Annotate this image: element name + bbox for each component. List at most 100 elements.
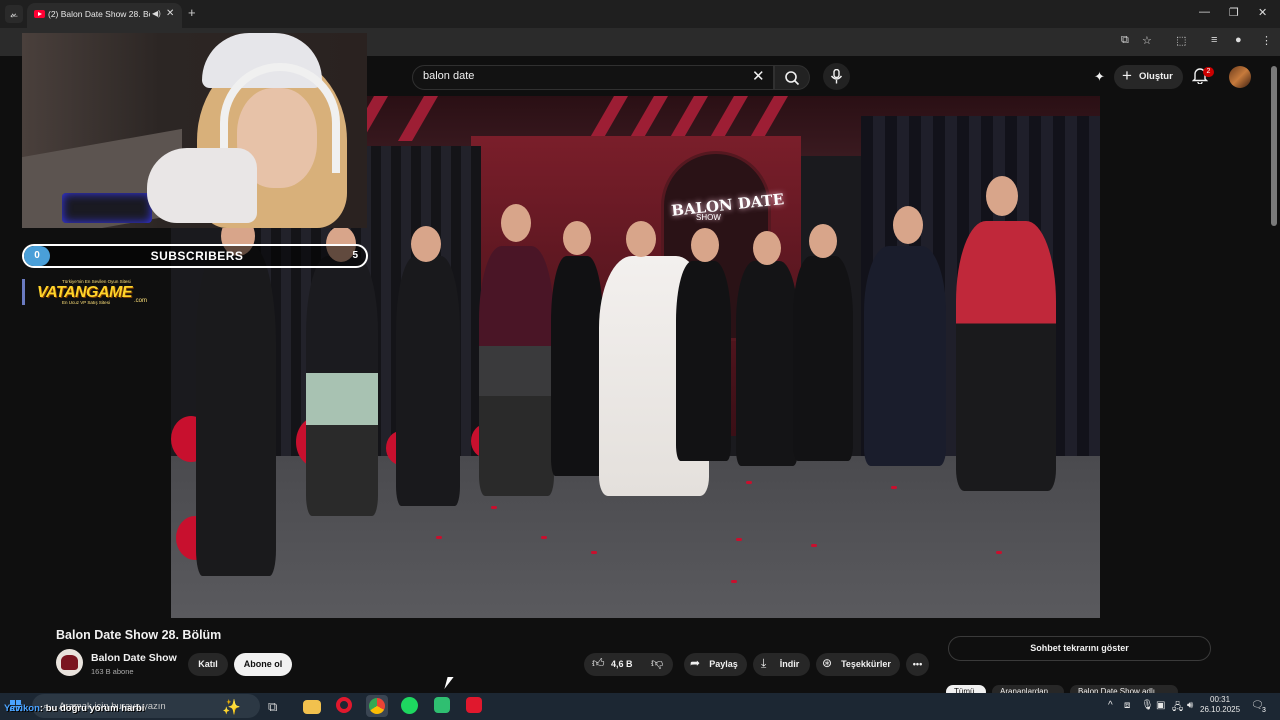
minimize-button[interactable]: — xyxy=(1199,6,1210,18)
channel-avatar[interactable] xyxy=(56,649,83,676)
more-actions-button[interactable]: ••• xyxy=(906,653,929,676)
person-head xyxy=(753,231,781,265)
tray-app-icon[interactable]: ⧈ xyxy=(1124,700,1130,711)
show-chat-replay-button[interactable]: Sohbet tekrarını göster xyxy=(948,636,1211,661)
download-icon: ⤓ xyxy=(761,656,767,670)
account-avatar[interactable] xyxy=(1229,66,1251,88)
person-head xyxy=(809,224,837,258)
share-icon: ➦ xyxy=(690,656,701,670)
rose-petal xyxy=(746,481,752,484)
spotify-icon[interactable] xyxy=(401,697,418,714)
video-title: Balon Date Show 28. Bölüm xyxy=(56,628,222,642)
messaging-app-icon[interactable] xyxy=(434,697,450,713)
rose-petal xyxy=(541,536,547,539)
media-control-icon[interactable]: ≡ xyxy=(1211,34,1217,46)
page-scrollbar[interactable] xyxy=(1271,66,1277,226)
window-close-button[interactable]: ✕ xyxy=(1258,6,1267,19)
chrome-icon[interactable] xyxy=(369,698,385,714)
person-head xyxy=(411,226,441,262)
chat-message: : bu doğru yorum harbi xyxy=(39,703,145,714)
extensions-icon[interactable]: ⬚ xyxy=(1176,34,1186,47)
sponsor-domain: .com xyxy=(134,298,148,304)
youtube-favicon-icon xyxy=(34,10,45,18)
tray-mic-icon[interactable]: 🎙︎ xyxy=(1141,700,1154,711)
person-spiderman-shirt xyxy=(956,221,1056,491)
stream-chat-overlay: Yavikon: bu doğru yorum harbi xyxy=(4,703,144,714)
search-icon xyxy=(785,71,800,86)
clock-time: 00:31 xyxy=(1210,695,1231,704)
dislike-icon[interactable]: 👎︎ xyxy=(651,656,663,671)
rose-petal xyxy=(996,551,1002,554)
webcam-overlay xyxy=(22,33,367,228)
taskbar-clock[interactable]: 00:31 26.10.2025 xyxy=(1200,695,1240,715)
tray-overflow-icon[interactable]: ^ xyxy=(1108,700,1113,711)
new-tab-button[interactable]: + xyxy=(188,5,196,20)
webcam-keyboard xyxy=(62,193,152,223)
person xyxy=(793,256,853,461)
person xyxy=(196,246,276,576)
person xyxy=(551,256,603,476)
rose-petal xyxy=(436,536,442,539)
upload-sparkle-icon[interactable]: ✦ xyxy=(1094,69,1105,85)
cast-icon[interactable]: ⧉ xyxy=(1121,34,1129,47)
copilot-sparkle-icon[interactable]: ✨ xyxy=(222,698,241,716)
rose-petal xyxy=(491,506,497,509)
like-icon[interactable]: 👍︎ xyxy=(592,656,605,671)
tray-display-icon[interactable]: ▣ xyxy=(1156,700,1165,711)
create-button[interactable]: Oluştur xyxy=(1114,64,1183,89)
subscribe-button[interactable]: Abone ol xyxy=(234,653,292,676)
person xyxy=(736,261,798,466)
tray-network-icon[interactable]: 🖧︎ xyxy=(1172,700,1183,717)
person-head xyxy=(501,204,531,242)
notification-count-badge: 2 xyxy=(1203,67,1214,77)
tab-title: (2) Balon Date Show 28. Bölüm xyxy=(48,9,150,19)
speaker-icon[interactable]: ◀) xyxy=(152,9,161,18)
tab-close-button[interactable]: ✕ xyxy=(166,8,174,19)
person xyxy=(479,246,554,496)
channel-subscriber-count: 163 B abone xyxy=(91,667,134,676)
person-head xyxy=(986,176,1018,216)
like-count[interactable]: 4,6 B xyxy=(611,659,633,669)
person-head xyxy=(691,228,719,262)
rose-petal xyxy=(591,551,597,554)
subscriber-goal-label: SUBSCRIBERS xyxy=(150,249,244,263)
profile-icon[interactable]: ● xyxy=(1235,34,1242,46)
rose-petal xyxy=(811,544,817,547)
person xyxy=(306,256,378,516)
search-clear-button[interactable]: ✕ xyxy=(752,67,765,85)
person xyxy=(396,256,460,506)
browser-menu-icon[interactable]: ⋮ xyxy=(1261,34,1272,47)
sponsor-logo: Türkiye'nin En Sevilen Oyun Sitesi VATAN… xyxy=(22,279,156,305)
search-button[interactable] xyxy=(774,65,810,90)
sponsor-sub: En Ucuz VP Satış Sitesi xyxy=(62,300,110,305)
rose-petal xyxy=(731,580,737,583)
rose-petal xyxy=(891,486,897,489)
subscriber-goal-target: 5 xyxy=(352,250,358,261)
chat-username: Yavikon xyxy=(4,703,40,714)
microphone-icon xyxy=(830,69,843,84)
app-icon-red[interactable] xyxy=(466,697,482,713)
webcam-hand xyxy=(147,148,257,223)
bookmark-star-icon[interactable]: ☆ xyxy=(1142,34,1152,47)
clock-date: 26.10.2025 xyxy=(1200,705,1241,714)
sponsor-accent-bar xyxy=(22,279,25,305)
back-arrow-icon[interactable]: ← xyxy=(8,7,20,21)
neon-sign-sub: SHOW xyxy=(696,213,721,222)
rose-petal xyxy=(736,538,742,541)
channel-name[interactable]: Balon Date Show xyxy=(91,652,177,664)
person-head xyxy=(893,206,923,244)
file-explorer-icon[interactable] xyxy=(303,700,321,714)
browser-tab-active[interactable]: (2) Balon Date Show 28. Bölüm ◀) ✕ xyxy=(27,3,182,28)
search-query[interactable]: balon date xyxy=(423,70,474,82)
opera-icon[interactable] xyxy=(336,697,352,713)
thanks-icon: ⊛ xyxy=(822,656,833,670)
person-head xyxy=(626,221,656,257)
task-view-icon[interactable]: ⧉ xyxy=(268,699,286,717)
person xyxy=(676,261,731,461)
person xyxy=(864,246,946,466)
tray-volume-icon[interactable]: 🔊︎ xyxy=(1187,700,1193,711)
voice-search-button[interactable] xyxy=(823,63,850,90)
join-button[interactable]: Katıl xyxy=(188,653,228,676)
restore-button[interactable]: ❐ xyxy=(1229,6,1239,19)
person-head xyxy=(563,221,591,255)
